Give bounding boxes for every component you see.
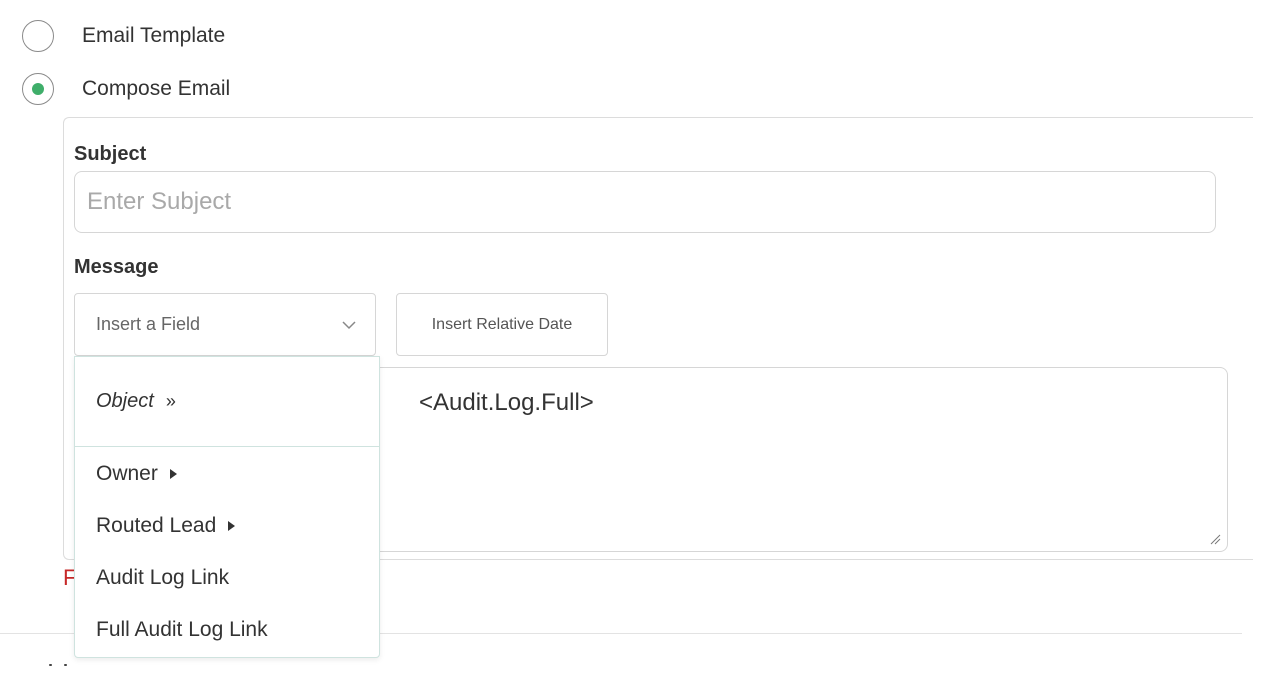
chevron-down-icon <box>342 320 356 329</box>
radio-selected-dot <box>32 83 44 95</box>
insert-field-placeholder: Insert a Field <box>96 314 201 334</box>
dropdown-item-label: Full Audit Log Link <box>96 618 268 641</box>
object-label: Object <box>96 390 154 412</box>
subject-label: Subject <box>74 143 147 165</box>
dropdown-item-full-audit-log-link[interactable]: Full Audit Log Link <box>75 604 379 656</box>
insert-field-select[interactable]: Insert a Field <box>74 293 376 356</box>
radio-label: Email Template <box>82 24 226 47</box>
subject-input[interactable] <box>74 171 1216 233</box>
dropdown-item-audit-log-link[interactable]: Audit Log Link <box>75 552 379 604</box>
radio-compose-email[interactable]: Compose Email <box>22 73 230 105</box>
dropdown-item-label: Owner <box>96 462 158 485</box>
double-chevron-right-icon: » <box>165 391 176 411</box>
dropdown-object-header[interactable]: Object » <box>75 357 379 447</box>
message-body: <Audit.Log.Full> <box>419 389 594 416</box>
message-label: Message <box>74 256 159 278</box>
dropdown-list: Owner Routed Lead Audit Log Link Full Au… <box>75 447 379 656</box>
dropdown-item-label: Audit Log Link <box>96 566 230 589</box>
dropdown-item-owner[interactable]: Owner <box>75 448 379 500</box>
insert-relative-date-button[interactable]: Insert Relative Date <box>396 293 608 356</box>
dropdown-item-routed-lead[interactable]: Routed Lead <box>75 500 379 552</box>
radio-email-template[interactable]: Email Template <box>22 20 225 52</box>
radio-button[interactable] <box>22 73 54 105</box>
caret-right-icon <box>169 469 177 479</box>
radio-button[interactable] <box>22 20 54 52</box>
radio-label: Compose Email <box>82 77 231 100</box>
caret-right-icon <box>228 521 236 531</box>
resize-grip-icon[interactable] <box>1209 533 1221 545</box>
dropdown-item-label: Routed Lead <box>96 514 217 537</box>
insert-field-dropdown: Object » Owner Routed Lead Audit Log Lin… <box>74 356 380 658</box>
compose-email-panel: Email Template Compose Email Subject Mes… <box>0 0 1272 678</box>
next-section-heading-clipped: · · <box>48 664 71 675</box>
